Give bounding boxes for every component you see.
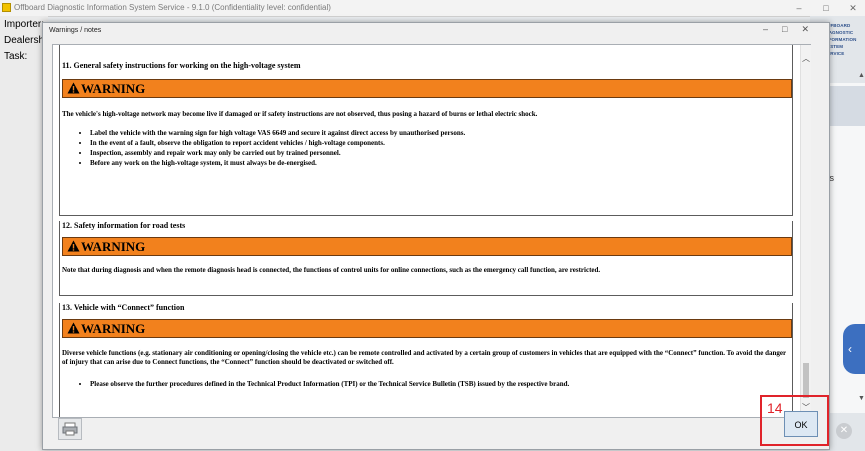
app-titlebar: Offboard Diagnostic Information System S… xyxy=(0,0,865,17)
warning-triangle-icon xyxy=(67,322,80,334)
close-circle-icon[interactable]: ✕ xyxy=(836,423,852,439)
warning-triangle-icon xyxy=(67,240,80,252)
warning-banner: WARNING xyxy=(62,237,792,256)
notes-content-frame: 11. General safety instructions for work… xyxy=(52,44,811,418)
ok-button[interactable]: OK xyxy=(784,411,818,437)
dialog-maximize-icon[interactable]: □ xyxy=(782,24,801,34)
chevron-up-icon[interactable]: ︿ xyxy=(801,53,811,65)
scroll-up-icon[interactable]: ▲ xyxy=(858,72,865,79)
scroll-down-icon[interactable]: ▼ xyxy=(858,395,865,402)
section-13: 13. Vehicle with “Connect” function WARN… xyxy=(59,303,793,417)
dialog-close-icon[interactable]: ✕ xyxy=(801,24,823,34)
importer-label: Importer: xyxy=(4,19,45,30)
list-item: In the event of a fault, observe the obl… xyxy=(90,138,465,148)
section-11: 11. General safety instructions for work… xyxy=(59,45,793,216)
warning-banner: WARNING xyxy=(62,79,792,98)
app-logo-icon xyxy=(2,3,11,12)
printer-icon xyxy=(62,422,78,436)
warnings-dialog: Warnings / notes –□✕ 11. General safety … xyxy=(42,22,830,450)
dialog-title: Warnings / notes xyxy=(49,27,102,34)
close-window-button[interactable]: ✕ xyxy=(842,0,864,16)
list-item: Please observe the further procedures de… xyxy=(90,379,569,389)
bullet-list: Please observe the further procedures de… xyxy=(78,379,569,389)
warning-triangle-icon xyxy=(67,82,80,94)
print-button[interactable] xyxy=(58,418,82,440)
app-title: Offboard Diagnostic Information System S… xyxy=(14,3,331,12)
dialog-minimize-icon[interactable]: – xyxy=(763,24,782,34)
section-text: Diverse vehicle functions (e.g. stationa… xyxy=(62,349,786,366)
section-title: 12. Safety information for road tests xyxy=(62,221,186,230)
maximize-button[interactable]: □ xyxy=(815,0,837,16)
warning-label: WARNING xyxy=(81,321,146,336)
section-title: 13. Vehicle with “Connect” function xyxy=(62,303,185,312)
list-item: Before any work on the high-voltage syst… xyxy=(90,158,465,168)
task-label: Task: xyxy=(4,51,28,62)
vertical-scrollbar[interactable]: ︿ ﹀ xyxy=(800,45,811,417)
side-expand-tab[interactable]: ‹ xyxy=(843,324,865,374)
bullet-list: Label the vehicle with the warning sign … xyxy=(78,128,465,168)
section-text: The vehicle's high-voltage network may b… xyxy=(62,110,538,118)
list-item: Label the vehicle with the warning sign … xyxy=(90,128,465,138)
minimize-button[interactable]: – xyxy=(788,0,810,16)
section-12: 12. Safety information for road tests WA… xyxy=(59,221,793,296)
notes-scroll-area[interactable]: 11. General safety instructions for work… xyxy=(53,45,800,417)
section-title: 11. General safety instructions for work… xyxy=(62,61,301,70)
annotation-step-number: 14 xyxy=(767,400,783,416)
warning-label: WARNING xyxy=(81,239,146,254)
section-text: Note that during diagnosis and when the … xyxy=(62,266,601,274)
dialog-window-controls: –□✕ xyxy=(763,24,823,35)
dealership-label: Dealershi xyxy=(4,35,47,46)
warning-label: WARNING xyxy=(81,81,146,96)
warning-banner: WARNING xyxy=(62,319,792,338)
chevron-left-icon: ‹ xyxy=(848,342,852,356)
scrollbar-thumb[interactable] xyxy=(803,363,809,398)
list-item: Inspection, assembly and repair work may… xyxy=(90,148,465,158)
app-left-panel: Importer: Dealershi Task: xyxy=(0,16,48,451)
